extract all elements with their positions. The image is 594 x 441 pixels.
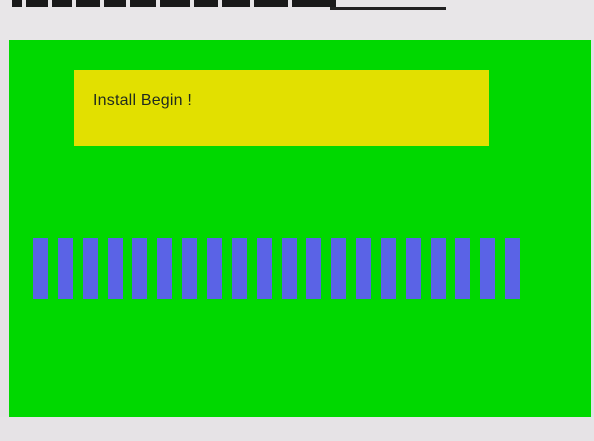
progress-segment <box>232 238 247 299</box>
progress-segment <box>455 238 470 299</box>
progress-segment <box>157 238 172 299</box>
dash <box>12 0 22 7</box>
progress-segment <box>480 238 495 299</box>
progress-segment <box>83 238 98 299</box>
bottom-bar <box>0 417 594 441</box>
progress-segment <box>207 238 222 299</box>
dash <box>76 0 100 7</box>
progress-segment <box>58 238 73 299</box>
progress-segment <box>356 238 371 299</box>
progress-segment <box>381 238 396 299</box>
dash <box>104 0 126 7</box>
progress-segment <box>257 238 272 299</box>
message-box: Install Begin ! <box>74 70 489 146</box>
progress-segment <box>182 238 197 299</box>
progress-segment <box>431 238 446 299</box>
progress-bar <box>33 238 533 299</box>
install-screen: Install Begin ! <box>9 40 591 417</box>
dash <box>254 0 288 7</box>
progress-segment <box>306 238 321 299</box>
dash <box>194 0 218 7</box>
top-dashes <box>12 0 340 9</box>
progress-segment <box>132 238 147 299</box>
progress-segment <box>33 238 48 299</box>
dash <box>52 0 72 7</box>
progress-segment <box>406 238 421 299</box>
top-bar <box>0 0 594 40</box>
progress-segment <box>331 238 346 299</box>
progress-segment <box>282 238 297 299</box>
dash <box>160 0 190 7</box>
dash <box>26 0 48 7</box>
progress-segment <box>108 238 123 299</box>
progress-segment <box>505 238 520 299</box>
dash <box>130 0 156 7</box>
dash <box>222 0 250 7</box>
dash <box>292 0 336 7</box>
install-message: Install Begin ! <box>93 92 193 109</box>
top-line <box>330 7 446 10</box>
